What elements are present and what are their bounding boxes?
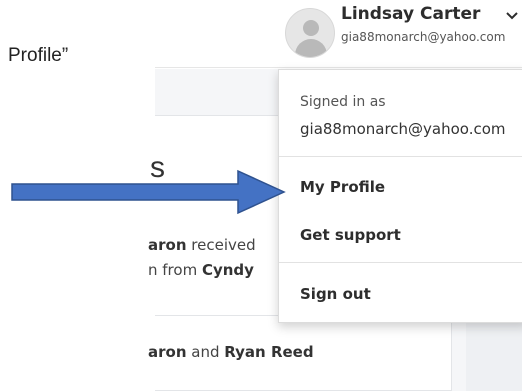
sign-out-menu-item[interactable]: Sign out [300,285,371,303]
annotation-arrow [11,169,286,215]
account-dropdown-menu: Signed in as gia88monarch@yahoo.com My P… [278,69,522,323]
notification-item[interactable]: aron received [148,234,256,256]
signed-in-label: Signed in as [300,94,386,110]
menu-divider [279,156,522,157]
notification-item[interactable]: aron and Ryan Reed [148,341,314,363]
chevron-down-icon[interactable] [505,8,519,22]
user-name[interactable]: Lindsay Carter [341,4,480,24]
menu-divider [279,262,522,263]
user-avatar-icon[interactable] [285,8,335,58]
user-email: gia88monarch@yahoo.com [341,30,506,44]
get-support-menu-item[interactable]: Get support [300,226,401,244]
signed-in-email: gia88monarch@yahoo.com [300,120,506,138]
instruction-text: Profile” [8,45,69,66]
my-profile-menu-item[interactable]: My Profile [300,178,385,196]
notification-item-line2[interactable]: n from Cyndy [148,259,254,281]
